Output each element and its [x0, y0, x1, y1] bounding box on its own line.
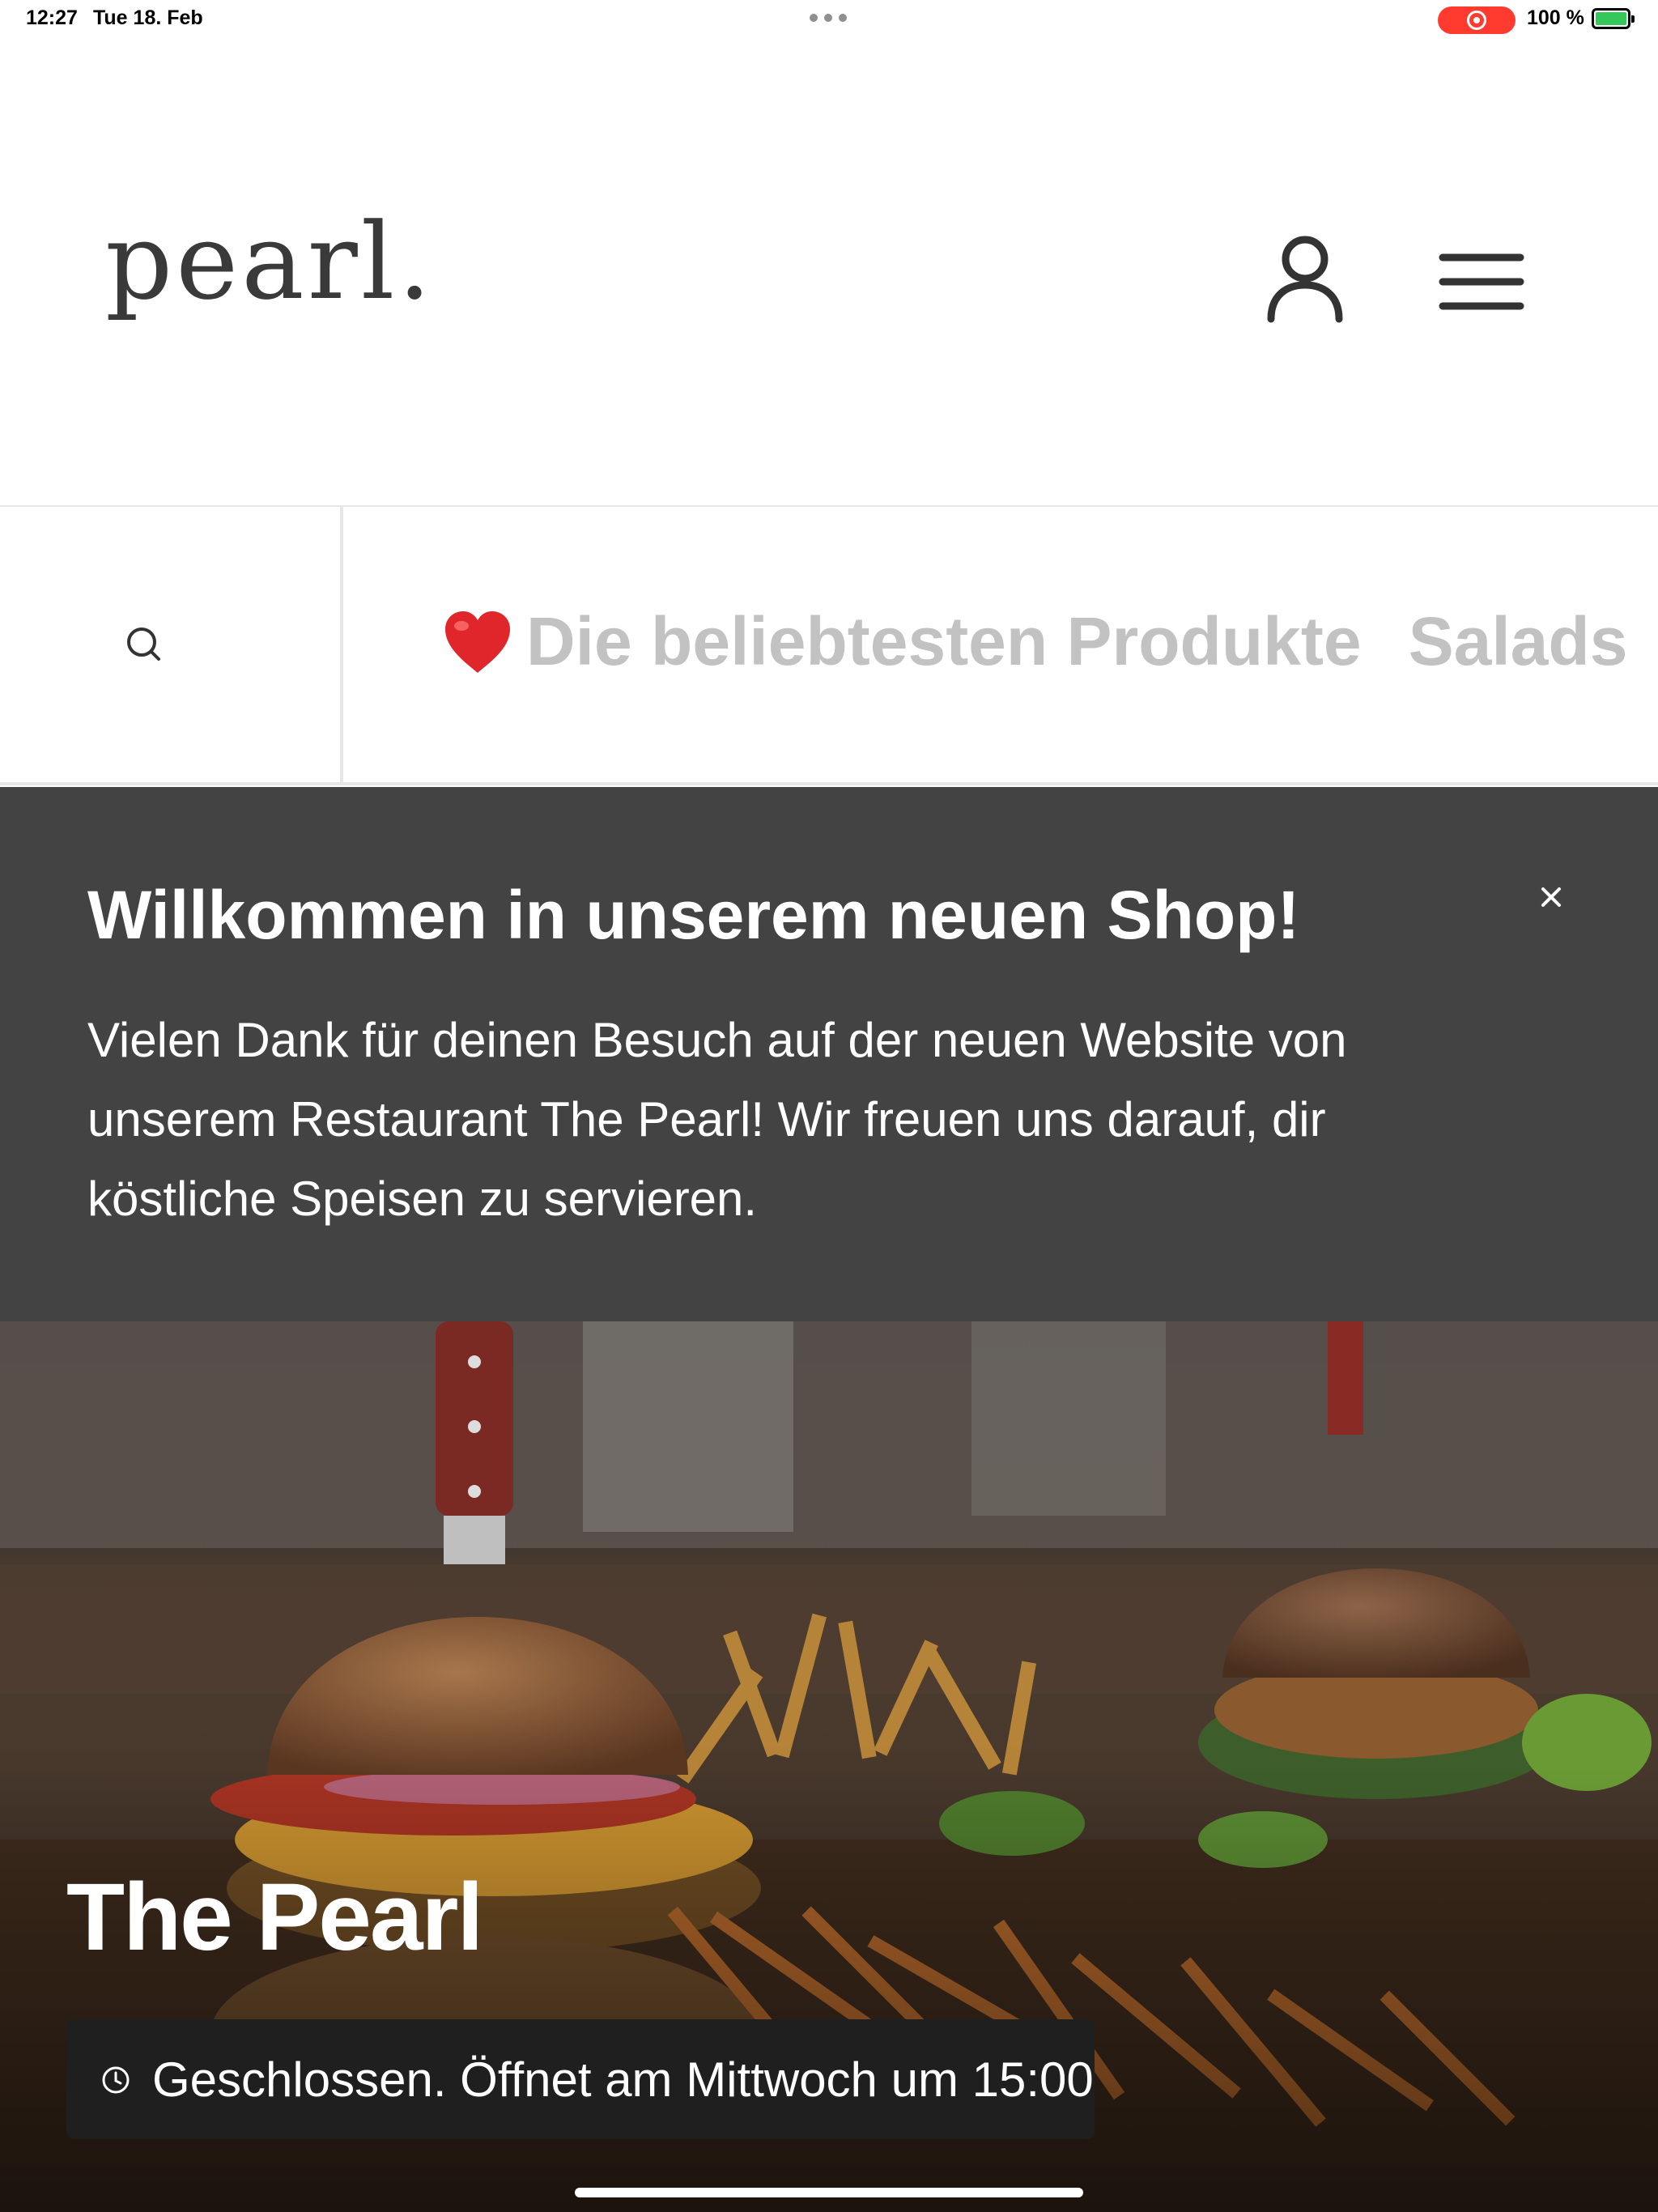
opening-hours-badge[interactable]: Geschlossen. Öffnet am Mittwoch um 15:00	[66, 2019, 1095, 2139]
status-date: Tue 18. Feb	[93, 6, 203, 29]
search-icon	[127, 627, 160, 661]
category-item-salads[interactable]: Salads	[1409, 602, 1628, 681]
home-indicator[interactable]	[575, 2188, 1083, 2197]
hero-section: The Pearl Geschlossen. Öffnet am Mittwoc…	[0, 1321, 1658, 2212]
search-button[interactable]	[120, 620, 168, 669]
battery-icon	[1592, 8, 1635, 29]
hamburger-menu-icon	[1439, 253, 1524, 310]
site-header: pearl.	[0, 39, 1658, 507]
clock-icon	[102, 2066, 130, 2094]
status-bar: 12:27 Tue 18. Feb 100 %	[0, 0, 1658, 39]
status-time: 12:27	[26, 6, 78, 29]
welcome-banner: Willkommen in unserem neuen Shop! Vielen…	[0, 787, 1658, 1321]
close-icon	[1541, 887, 1561, 907]
banner-title: Willkommen in unserem neuen Shop!	[87, 877, 1300, 953]
menu-button[interactable]	[1431, 241, 1532, 322]
user-icon	[1267, 236, 1343, 323]
battery-percentage: 100 %	[1527, 6, 1584, 29]
category-item-popular[interactable]: Die beliebtesten Produkte	[442, 602, 1362, 681]
logo[interactable]: pearl.	[105, 209, 435, 314]
opening-hours-text: Geschlossen. Öffnet am Mittwoch um 15:00	[152, 2052, 1094, 2107]
screen-recording-icon[interactable]	[1438, 6, 1516, 34]
heart-icon	[445, 610, 510, 673]
category-label: Salads	[1408, 603, 1628, 679]
category-track: Die beliebtesten Produkte Salads	[442, 602, 1627, 681]
search-cell	[0, 507, 343, 782]
multitasking-dots-icon[interactable]	[810, 8, 848, 28]
category-navigation: Die beliebtesten Produkte Salads	[0, 507, 1658, 785]
user-account-button[interactable]	[1255, 225, 1355, 325]
banner-text: Vielen Dank für deinen Besuch auf der ne…	[87, 1013, 1347, 1226]
category-label: Die beliebtesten Produkte	[526, 603, 1362, 679]
restaurant-name: The Pearl	[66, 1864, 483, 1971]
banner-close-button[interactable]	[1532, 878, 1571, 917]
